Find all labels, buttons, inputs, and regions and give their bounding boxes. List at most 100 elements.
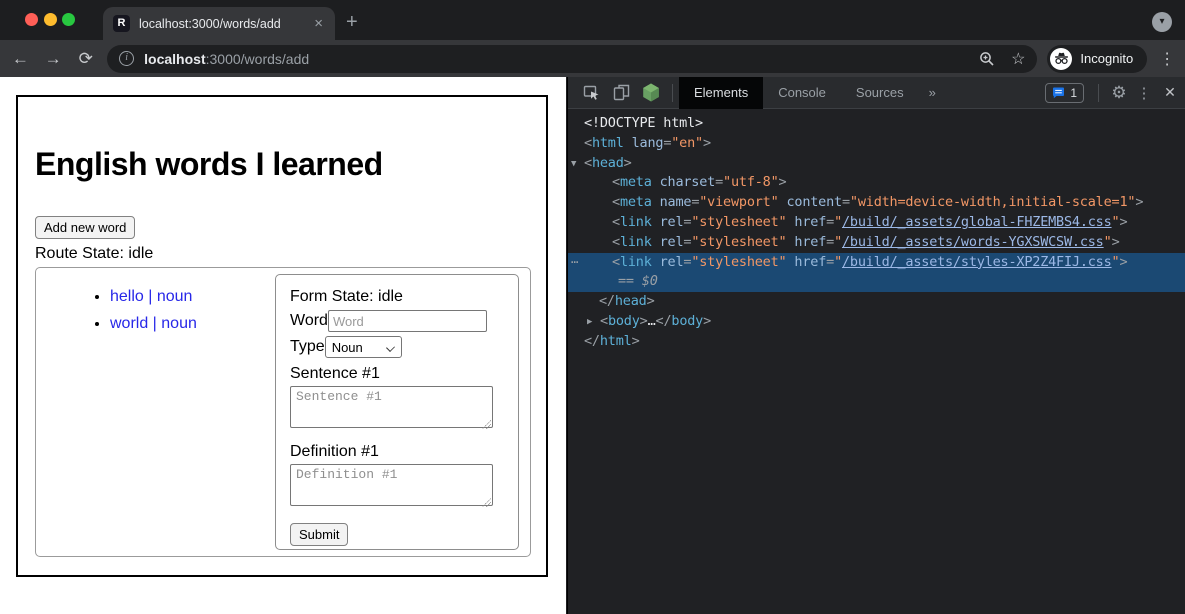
token-punct: > <box>1119 254 1127 270</box>
tab-close-icon[interactable]: × <box>312 16 325 31</box>
token-punct: </ <box>656 313 672 329</box>
token-plain <box>652 174 660 190</box>
nodejs-icon[interactable] <box>636 77 666 109</box>
web-page-viewport: English words I learned Add new word Rou… <box>0 77 566 614</box>
code-line[interactable]: <html lang="en"> <box>568 134 1185 154</box>
browser-toolbar: ← → ⟳ i localhost:3000/words/add ☆ Incog… <box>0 40 1185 77</box>
url-path: :3000/words/add <box>206 51 310 67</box>
token-plain <box>652 194 660 210</box>
close-icon[interactable]: ✕ <box>1155 84 1185 101</box>
gear-icon[interactable]: ⚙ <box>1105 83 1133 103</box>
token-plain <box>652 234 660 250</box>
token-tag: link <box>620 254 652 270</box>
code-line[interactable]: <link rel="stylesheet" href="/build/_ass… <box>568 213 1185 233</box>
type-select-value: Noun <box>332 340 363 355</box>
line-actions-icon[interactable]: ⋯ <box>571 253 578 273</box>
resize-grip-icon[interactable] <box>482 420 491 429</box>
token-punct: > <box>647 293 655 309</box>
word-link-world[interactable]: world | noun <box>110 315 197 332</box>
words-panel: hello | noun world | noun Form State: id… <box>35 267 531 557</box>
token-attr: href <box>794 214 826 230</box>
page-title: English words I learned <box>35 145 529 183</box>
code-line[interactable]: <meta name="viewport" content="width=dev… <box>568 193 1185 213</box>
address-bar[interactable]: i localhost:3000/words/add ☆ <box>107 45 1037 73</box>
browser-tab[interactable]: R localhost:3000/words/add × <box>103 7 335 40</box>
code-line[interactable]: == $0 <box>568 272 1185 292</box>
url-text: localhost:3000/words/add <box>144 51 309 67</box>
tab-title: localhost:3000/words/add <box>139 17 312 31</box>
sentence-textarea-wrap <box>290 383 493 433</box>
token-arrow: ▶ <box>587 313 600 333</box>
token-tag: html <box>592 135 624 151</box>
close-window-button[interactable] <box>25 13 38 26</box>
tab-elements[interactable]: Elements <box>679 77 763 109</box>
tab-console[interactable]: Console <box>763 77 841 109</box>
devtools-panel: Elements Console Sources » 1 ⚙ ⋮ ✕ <!DOC… <box>567 77 1185 614</box>
code-line[interactable]: <!DOCTYPE html> <box>568 114 1185 134</box>
token-eq: == <box>618 273 642 289</box>
word-input[interactable] <box>328 310 487 332</box>
token-tag: meta <box>620 194 652 210</box>
device-toolbar-icon[interactable] <box>606 77 636 109</box>
bookmark-star-icon[interactable]: ☆ <box>1011 49 1025 69</box>
code-line[interactable]: </head> <box>568 292 1185 312</box>
browser-menu-icon[interactable]: ⋮ <box>1157 49 1177 69</box>
minimize-window-button[interactable] <box>44 13 57 26</box>
token-link[interactable]: /build/_assets/words-YGXSWCSW.css <box>842 234 1104 250</box>
code-line[interactable]: <link rel="stylesheet" href="/build/_ass… <box>568 233 1185 253</box>
incognito-label: Incognito <box>1080 51 1133 66</box>
forward-button[interactable]: → <box>37 49 70 69</box>
code-line[interactable]: ⋯<link rel="stylesheet" href="/build/_as… <box>568 253 1185 273</box>
tab-sources[interactable]: Sources <box>841 77 919 109</box>
devtools-menu-icon[interactable]: ⋮ <box>1133 84 1155 102</box>
token-link[interactable]: /build/_assets/styles-XP2Z4FIJ.css <box>842 254 1112 270</box>
code-line[interactable]: ▼<head> <box>568 154 1185 174</box>
resize-grip-icon[interactable] <box>482 498 491 507</box>
code-line[interactable]: <meta charset="utf-8"> <box>568 173 1185 193</box>
new-tab-button[interactable]: + <box>346 12 358 32</box>
token-arrow: ▼ <box>571 155 584 175</box>
inspect-element-icon[interactable] <box>576 77 606 109</box>
token-tag: body <box>608 313 640 329</box>
token-val: " <box>834 254 842 270</box>
add-new-word-button[interactable]: Add new word <box>35 216 135 239</box>
back-button[interactable]: ← <box>4 49 37 69</box>
token-punct: = <box>826 254 834 270</box>
token-tag: link <box>620 234 652 250</box>
submit-button[interactable]: Submit <box>290 523 348 546</box>
token-punct: > <box>1119 214 1127 230</box>
sentence-label: Sentence #1 <box>290 365 504 383</box>
token-punct: > <box>703 135 711 151</box>
token-link[interactable]: /build/_assets/global-FHZEMBS4.css <box>842 214 1112 230</box>
definition-textarea[interactable] <box>290 464 493 506</box>
definition-label: Definition #1 <box>290 443 504 461</box>
token-punct: > <box>640 313 648 329</box>
word-label: Word <box>290 312 328 330</box>
token-punct: = <box>715 174 723 190</box>
token-tag: head <box>615 293 647 309</box>
fullscreen-window-button[interactable] <box>62 13 75 26</box>
sentence-textarea[interactable] <box>290 386 493 428</box>
more-tabs-icon[interactable]: » <box>919 85 946 100</box>
incognito-icon <box>1050 48 1072 70</box>
type-select[interactable]: Noun <box>325 336 402 358</box>
site-info-icon[interactable]: i <box>119 51 134 66</box>
token-attr: content <box>786 194 842 210</box>
token-val: "viewport" <box>699 194 778 210</box>
token-punct: </ <box>599 293 615 309</box>
token-val: " <box>834 234 842 250</box>
word-link-hello[interactable]: hello | noun <box>110 288 192 305</box>
code-line[interactable]: ▶<body>…</body> <box>568 312 1185 332</box>
token-plain <box>652 254 660 270</box>
zoom-icon[interactable] <box>979 51 995 67</box>
url-host: localhost <box>144 51 205 67</box>
window-chevron-icon[interactable]: ▾ <box>1152 12 1172 32</box>
token-plain <box>624 135 632 151</box>
speech-bubble-icon <box>1052 87 1065 99</box>
reload-button[interactable]: ⟳ <box>69 49 102 69</box>
code-line[interactable]: </html> <box>568 332 1185 352</box>
console-messages-badge[interactable]: 1 <box>1045 83 1084 103</box>
type-label: Type <box>290 338 325 356</box>
token-punct: < <box>612 194 620 210</box>
devtools-toolbar: Elements Console Sources » 1 ⚙ ⋮ ✕ <box>568 77 1185 109</box>
